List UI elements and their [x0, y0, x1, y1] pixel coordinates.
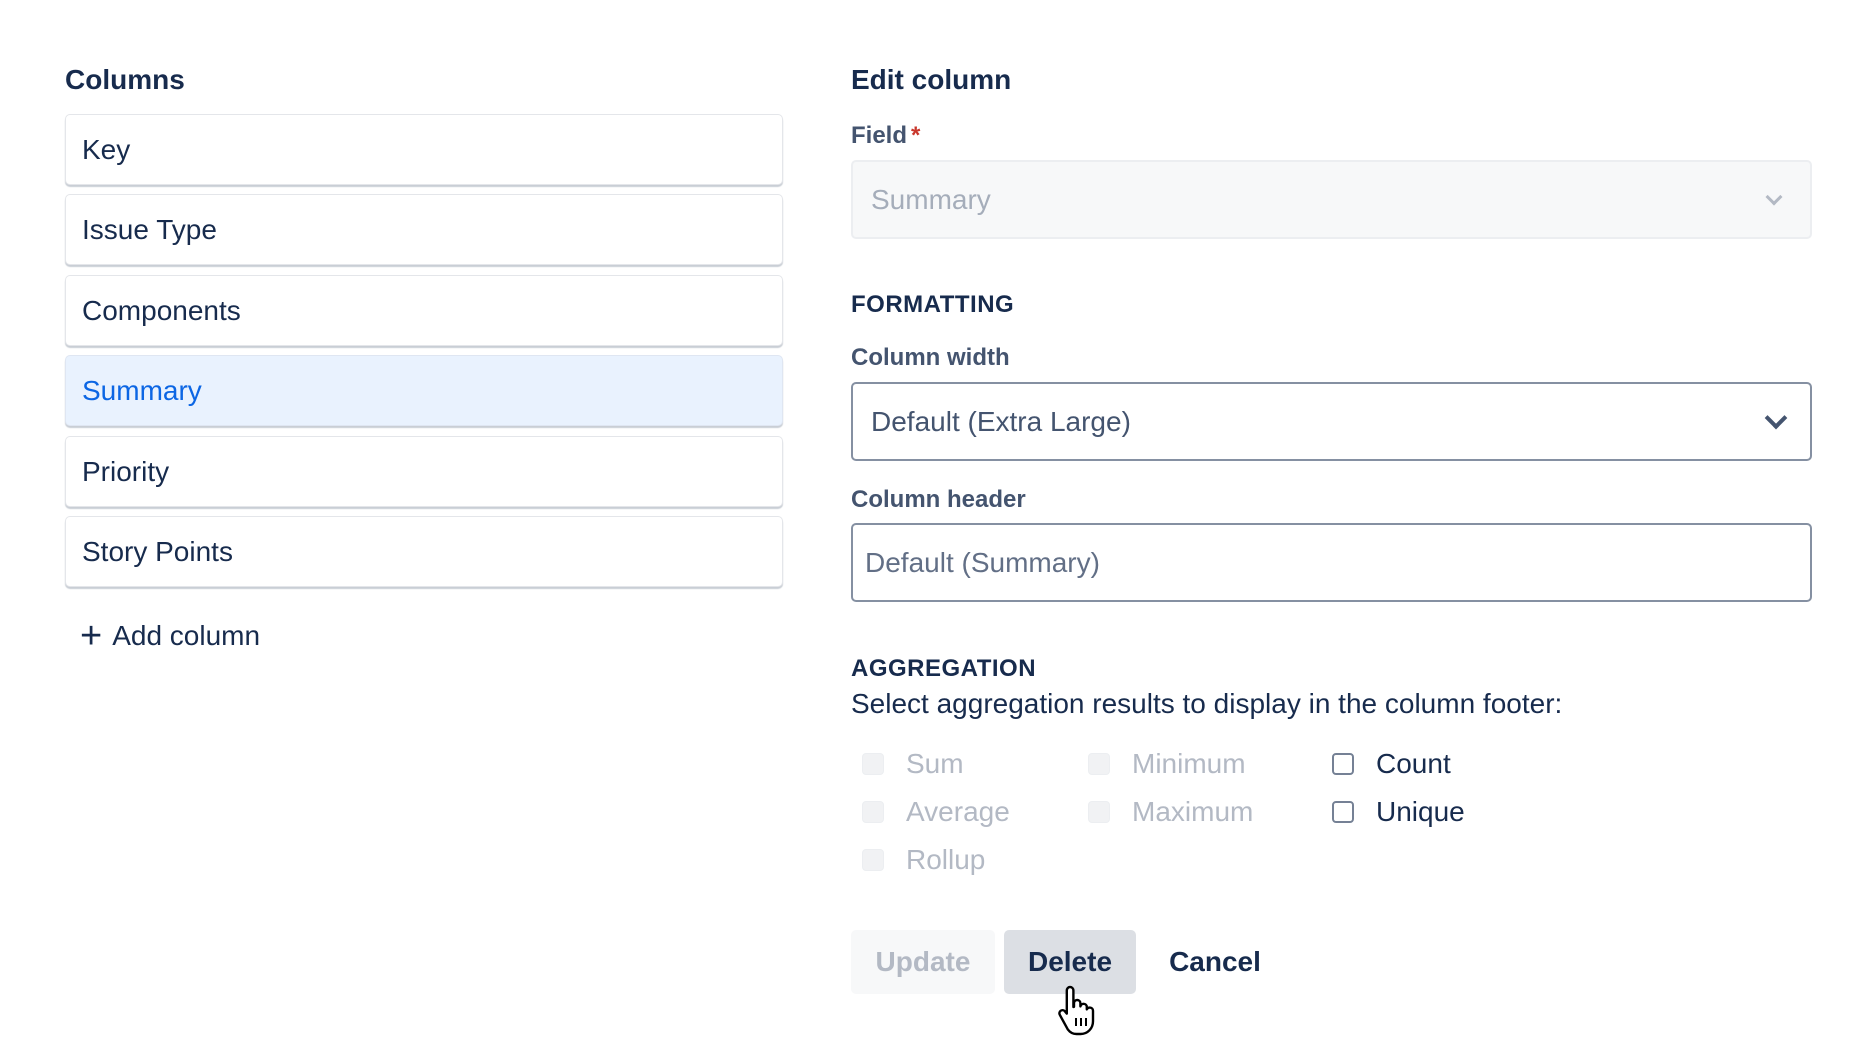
column-width-select[interactable]: Default (Extra Large) [851, 382, 1812, 461]
aggregation-section-title: AGGREGATION [851, 655, 1037, 682]
column-item-priority[interactable]: Priority [65, 436, 783, 507]
column-item-label: Issue Type [82, 213, 217, 245]
column-item-label: Components [82, 294, 241, 326]
column-item-summary[interactable]: Summary [65, 355, 783, 426]
checkbox-box [1088, 753, 1110, 775]
add-column-label: Add column [112, 620, 261, 651]
edit-column-title: Edit column [851, 64, 1012, 95]
column-item-label: Key [82, 133, 131, 165]
column-width-value: Default (Extra Large) [871, 405, 1131, 437]
checkbox-label: Rollup [906, 844, 986, 875]
column-item-issue-type[interactable]: Issue Type [65, 194, 783, 265]
checkbox-box [862, 849, 884, 871]
column-header-input[interactable] [851, 523, 1812, 602]
checkbox-box [1088, 801, 1110, 823]
checkbox-label: Average [906, 796, 1010, 827]
chevron-down-icon [1764, 406, 1788, 429]
field-select: Summary [851, 160, 1812, 239]
aggregation-description: Select aggregation results to display in… [851, 688, 1563, 719]
checkbox-box [1332, 753, 1354, 775]
plus-icon: + [80, 615, 103, 657]
aggregation-unique-checkbox[interactable]: Unique [1332, 796, 1465, 828]
checkbox-label: Unique [1376, 796, 1465, 827]
checkbox-label: Maximum [1132, 796, 1254, 827]
column-item-components[interactable]: Components [65, 275, 783, 346]
column-item-label: Story Points [82, 535, 233, 567]
checkbox-label: Count [1376, 748, 1451, 779]
checkbox-label: Minimum [1132, 748, 1246, 779]
column-item-key[interactable]: Key [65, 114, 783, 185]
field-label-text: Field [851, 122, 908, 149]
required-marker: * [911, 122, 921, 149]
aggregation-count-checkbox[interactable]: Count [1332, 748, 1451, 780]
column-item-story-points[interactable]: Story Points [65, 516, 783, 587]
cancel-button[interactable]: Cancel [1150, 930, 1280, 994]
column-item-label: Priority [82, 455, 170, 487]
checkbox-box [862, 753, 884, 775]
aggregation-average-checkbox[interactable]: Average [862, 796, 1010, 828]
columns-title: Columns [65, 64, 185, 95]
delete-button[interactable]: Delete [1004, 930, 1136, 994]
formatting-section-title: FORMATTING [851, 291, 1015, 318]
chevron-down-icon [1765, 188, 1783, 205]
checkbox-label: Sum [906, 748, 964, 779]
column-item-label: Summary [82, 374, 202, 406]
aggregation-rollup-checkbox[interactable]: Rollup [862, 844, 985, 876]
aggregation-maximum-checkbox[interactable]: Maximum [1088, 796, 1253, 828]
column-width-label: Column width [851, 344, 1010, 371]
column-header-label: Column header [851, 486, 1026, 513]
checkbox-box [1332, 801, 1354, 823]
update-button[interactable]: Update [851, 930, 995, 994]
field-label: Field * [851, 122, 920, 150]
field-select-value: Summary [871, 183, 991, 215]
add-column-button[interactable]: + Add column [80, 616, 260, 656]
checkbox-box [862, 801, 884, 823]
aggregation-minimum-checkbox[interactable]: Minimum [1088, 748, 1246, 780]
aggregation-sum-checkbox[interactable]: Sum [862, 748, 964, 780]
